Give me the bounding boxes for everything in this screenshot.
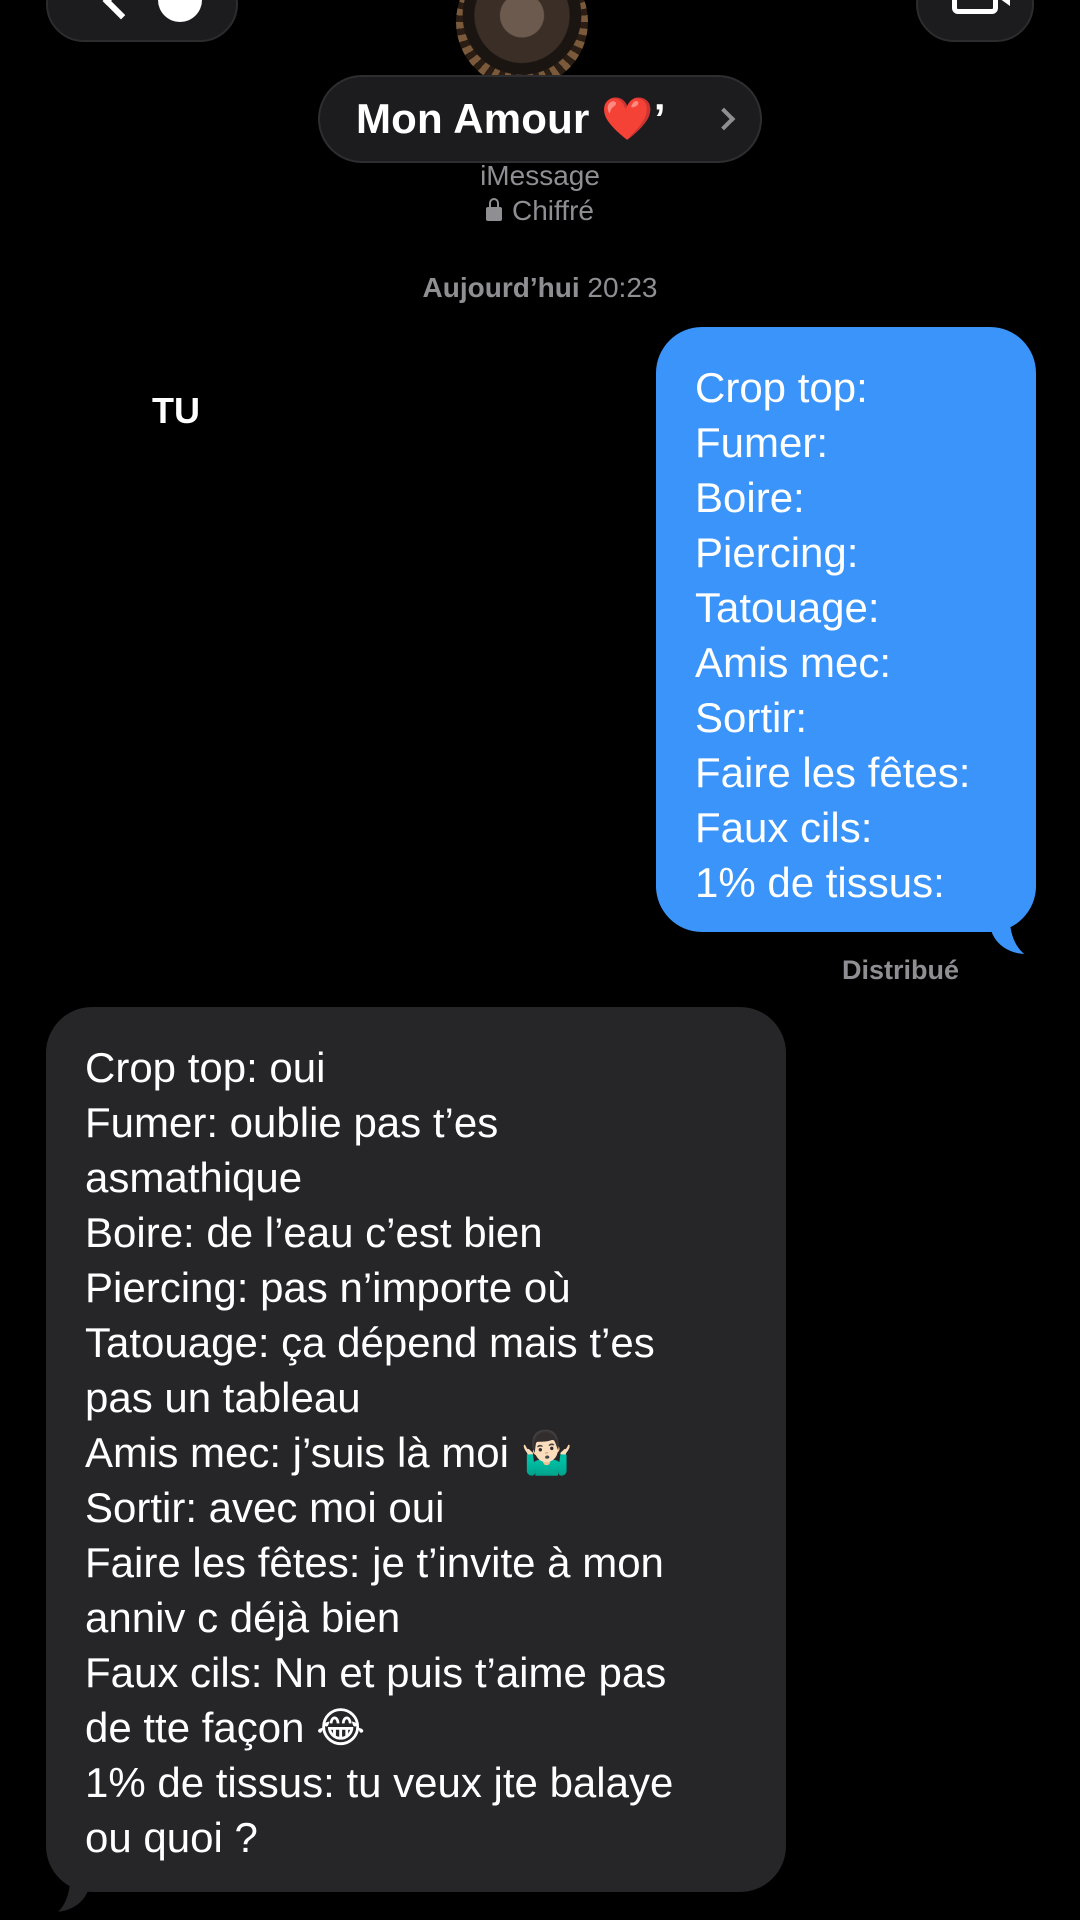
message-line: Faux cils: [695, 804, 873, 851]
unread-count-badge [158, 0, 202, 22]
timestamp-day: Aujourd’hui [422, 272, 580, 303]
back-button[interactable] [46, 0, 238, 42]
message-line: Boire: [695, 474, 805, 521]
encryption-status: Chiffré [0, 195, 1080, 227]
message-line: Sortir: avec moi oui [85, 1484, 445, 1531]
message-line: asmathique [85, 1154, 303, 1201]
delivery-status: Distribué [842, 955, 960, 985]
chevron-right-icon [712, 107, 736, 131]
video-camera-icon [952, 0, 998, 14]
message-line: pas un tableau [85, 1374, 361, 1421]
encryption-label: Chiffré [512, 195, 594, 226]
message-line: 1% de tissus: tu veux jte balaye [85, 1759, 674, 1806]
timestamp-time: 20:23 [587, 272, 658, 303]
message-line: Boire: de l’eau c’est bien [85, 1209, 543, 1256]
message-line: Tatouage: ça dépend mais t’es [85, 1319, 655, 1366]
overlay-label: TU [152, 390, 200, 431]
message-line: Piercing: pas n’importe où [85, 1264, 571, 1311]
message-line: anniv c déjà bien [85, 1594, 401, 1641]
video-camera-lens [996, 0, 1010, 6]
message-line: Fumer: oublie pas t’es [85, 1099, 499, 1146]
chevron-left-icon [102, 0, 140, 20]
message-line: ou quoi ? [85, 1814, 258, 1861]
message-line: Faire les fêtes: je t’invite à mon [85, 1539, 664, 1586]
lock-icon [486, 198, 503, 221]
message-line: Sortir: [695, 694, 808, 741]
received-message-bubble[interactable]: Crop top: oui Fumer: oublie pas t’es asm… [46, 1007, 786, 1892]
service-label: iMessage [480, 160, 600, 191]
video-call-button[interactable] [916, 0, 1034, 42]
message-line: Fumer: [695, 419, 829, 466]
message-line: 1% de tissus: [695, 859, 945, 906]
message-line: Amis mec: [695, 639, 892, 686]
message-line: Crop top: [695, 364, 868, 411]
message-line: Piercing: [695, 529, 859, 576]
message-line: Tatouage: [695, 584, 880, 631]
message-line: de tte façon 😂 [85, 1704, 366, 1751]
message-line: Crop top: oui [85, 1044, 326, 1091]
message-line: Faux cils: Nn et puis t’aime pas [85, 1649, 667, 1696]
sent-message-bubble[interactable]: Crop top: Fumer: Boire: Piercing: Tatoua… [656, 327, 1036, 932]
contact-name: Mon Amour ❤️’ [356, 95, 666, 142]
message-timestamp: Aujourd’hui 20:23 [0, 272, 1080, 304]
message-line: Faire les fêtes: [695, 749, 971, 796]
message-line: Amis mec: j’suis là moi 🤷🏻‍♂️ [85, 1429, 573, 1476]
contact-name-button[interactable]: Mon Amour ❤️’ [318, 75, 762, 163]
